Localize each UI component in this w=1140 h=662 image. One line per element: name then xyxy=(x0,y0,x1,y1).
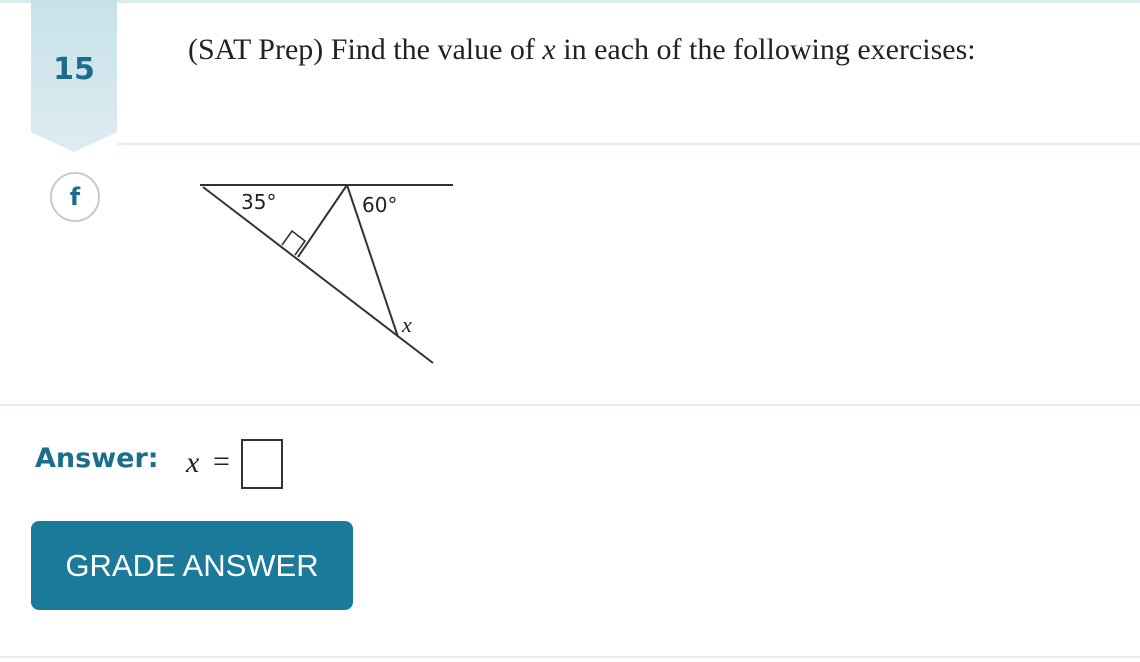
grade-answer-button[interactable]: GRADE ANSWER xyxy=(31,521,353,610)
divider xyxy=(0,656,1140,658)
question-number: 15 xyxy=(53,52,95,87)
question-text-after: in each of the following exercises: xyxy=(555,33,976,66)
angle-label-35: 35° xyxy=(241,190,276,214)
geometry-diagram: 35° 60° x xyxy=(200,184,453,364)
question-variable: x xyxy=(542,33,556,66)
question-text: (SAT Prep) Find the value of x in each o… xyxy=(188,33,976,67)
part-badge: f xyxy=(50,172,100,222)
answer-variable: x xyxy=(186,446,200,479)
divider xyxy=(0,404,1140,406)
question-text-before: (SAT Prep) Find the value of xyxy=(188,33,543,66)
top-border xyxy=(0,0,1140,3)
angle-label-x: x xyxy=(401,312,412,337)
perpendicular-segment xyxy=(297,184,348,258)
answer-input[interactable] xyxy=(241,439,283,489)
divider xyxy=(117,143,1140,145)
answer-label: Answer: xyxy=(35,443,159,474)
angle-label-60: 60° xyxy=(362,193,397,217)
answer-equals: = xyxy=(213,445,230,478)
